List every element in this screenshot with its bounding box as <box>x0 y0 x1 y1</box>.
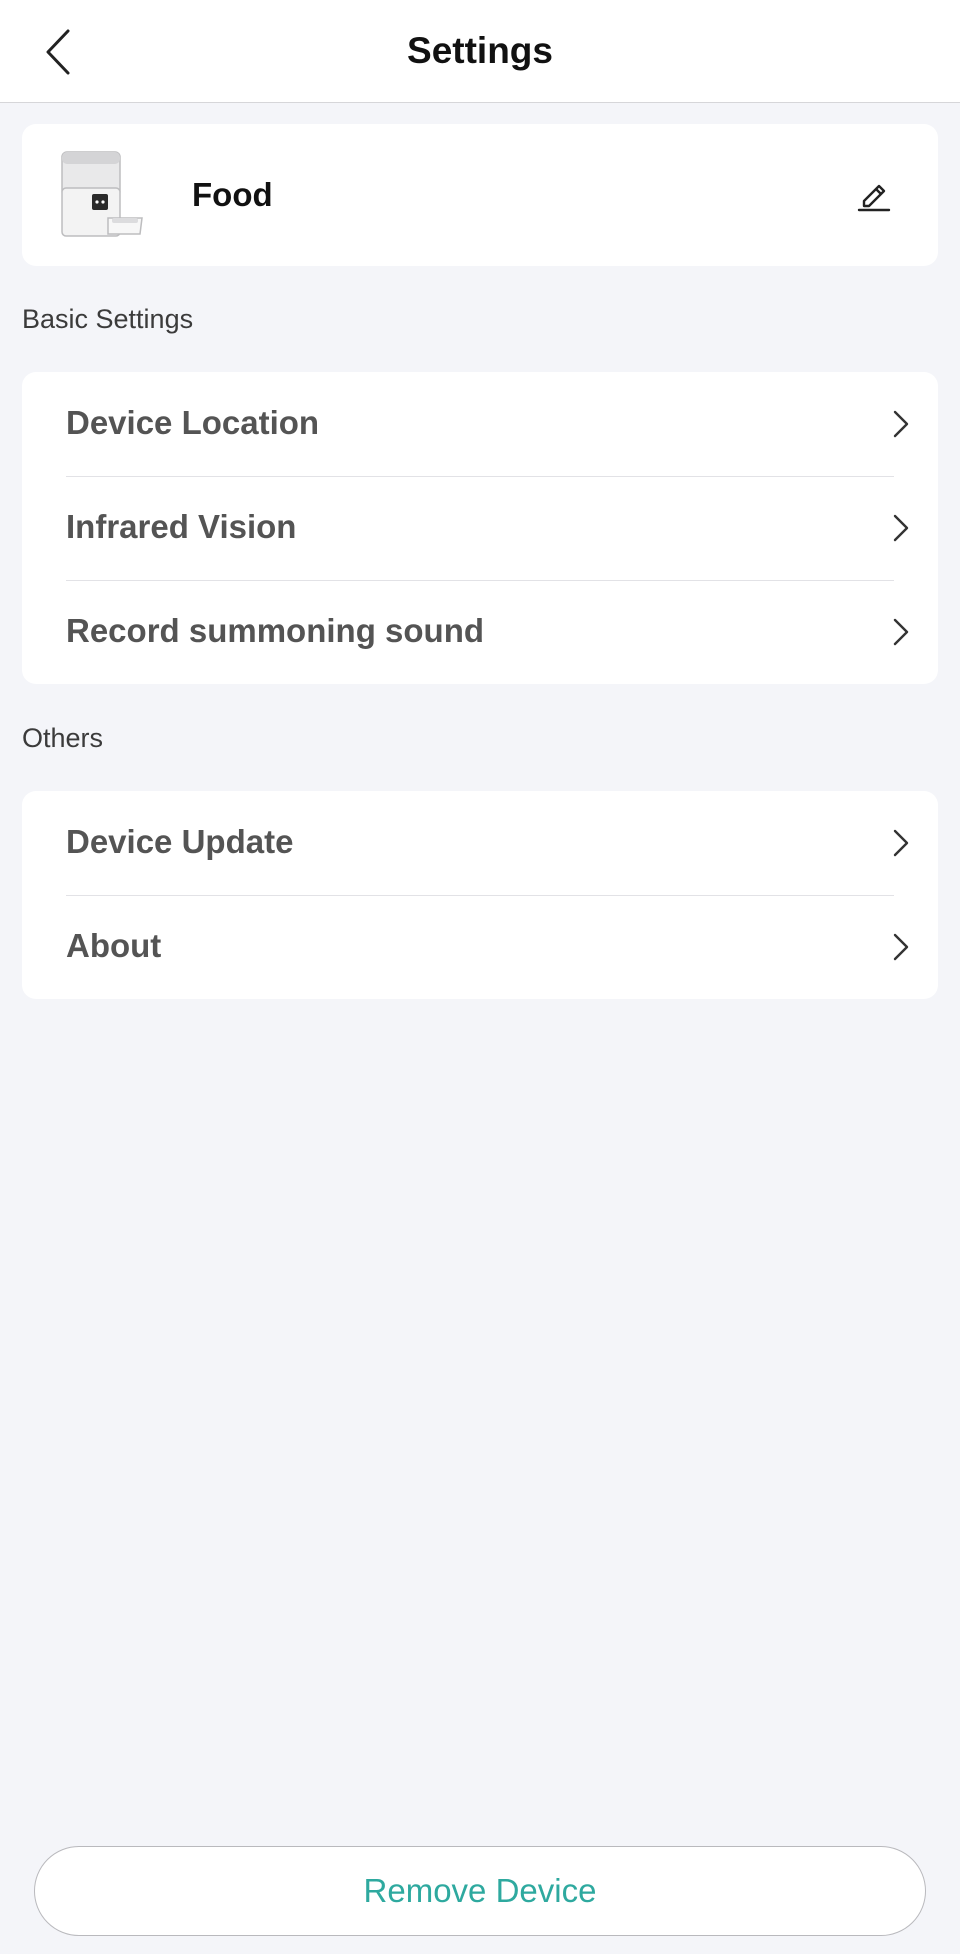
chevron-right-icon <box>893 514 909 542</box>
device-card[interactable]: Food <box>22 124 938 266</box>
settings-item-about[interactable]: About <box>22 895 938 999</box>
pencil-icon <box>857 184 891 212</box>
remove-device-button[interactable]: Remove Device <box>34 1846 926 1936</box>
section-label-others: Others <box>22 723 104 753</box>
settings-item-label: About <box>66 927 162 964</box>
edit-name-button[interactable] <box>850 170 898 218</box>
settings-item-record-summoning-sound[interactable]: Record summoning sound <box>22 580 938 684</box>
chevron-right-icon <box>893 933 909 961</box>
chevron-right-icon <box>893 618 909 646</box>
settings-item-label: Infrared Vision <box>66 508 297 545</box>
device-name: Food <box>192 176 273 213</box>
settings-item-device-location[interactable]: Device Location <box>22 372 938 476</box>
chevron-right-icon <box>893 829 909 857</box>
settings-item-device-update[interactable]: Device Update <box>22 791 938 895</box>
settings-item-infrared-vision[interactable]: Infrared Vision <box>22 476 938 580</box>
page-title: Settings <box>407 30 553 71</box>
others-group: Device Update About <box>22 791 938 999</box>
pet-feeder-image <box>61 151 143 237</box>
settings-item-label: Device Location <box>66 404 320 441</box>
basic-settings-group: Device Location Infrared Vision Record s… <box>22 372 938 684</box>
chevron-right-icon <box>893 410 909 438</box>
remove-device-label: Remove Device <box>363 1872 597 1909</box>
settings-item-label: Record summoning sound <box>66 612 485 649</box>
section-label-basic-settings: Basic Settings <box>22 304 194 334</box>
top-nav-bar: Settings <box>0 0 960 103</box>
settings-item-label: Device Update <box>66 823 294 860</box>
